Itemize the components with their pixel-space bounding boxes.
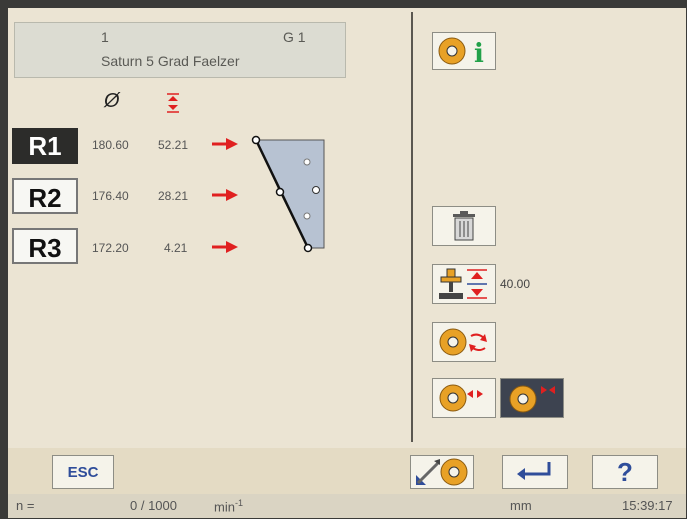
row-height-r3: 4.21 — [164, 241, 188, 255]
height-offset-value: 40.00 — [500, 277, 531, 291]
row-diameter-r2: 176.40 — [92, 189, 129, 203]
trash-icon — [453, 211, 475, 241]
height-icon — [167, 93, 179, 113]
panel-divider — [411, 12, 413, 442]
enter-arrow-icon — [517, 462, 551, 480]
tool-profile-diagram — [251, 135, 325, 253]
clock: 15:39:17 — [622, 498, 673, 513]
program-number: 1 — [101, 29, 109, 45]
row-diameter-r3: 172.20 — [92, 241, 129, 255]
tool-info-button[interactable]: i — [432, 32, 496, 70]
row-button-r2[interactable]: R2 — [12, 178, 78, 214]
tool-rotate-icon — [439, 328, 487, 356]
edit-tool-button[interactable] — [410, 455, 474, 489]
red-arrow-icon — [212, 241, 238, 253]
height-offset-button[interactable] — [432, 264, 496, 304]
tool-join-icon — [509, 385, 555, 413]
tool-swap-button[interactable] — [432, 322, 496, 362]
speed-unit-base: min — [214, 499, 235, 515]
row-height-r2: 28.21 — [158, 189, 189, 203]
tool-split-icon — [439, 384, 483, 412]
main-panel: 1 G 1 Saturn 5 Grad Faelzer Ø R1 180.60 … — [8, 8, 686, 448]
diameter-header: Ø — [104, 90, 120, 112]
program-name: Saturn 5 Grad Faelzer — [101, 53, 240, 69]
speed-unit: min-1 — [214, 498, 243, 514]
edit-tool-icon — [416, 458, 468, 486]
footer-bar: ESC ? — [8, 448, 686, 494]
row-height-r1: 52.21 — [158, 138, 189, 152]
machine-screen: 1 G 1 Saturn 5 Grad Faelzer Ø R1 180.60 … — [8, 8, 686, 518]
tool-info-icon: i — [438, 37, 484, 66]
speed-value: 0 / 1000 — [130, 498, 177, 513]
svg-text:i: i — [474, 39, 484, 66]
esc-button[interactable]: ESC — [52, 455, 114, 489]
speed-unit-exponent: -1 — [234, 498, 243, 508]
speed-label: n = — [16, 498, 35, 513]
enter-button[interactable] — [502, 455, 568, 489]
delete-button[interactable] — [432, 206, 496, 246]
row-button-r1[interactable]: R1 — [12, 128, 78, 164]
red-arrow-icon — [212, 189, 238, 201]
row-button-r3[interactable]: R3 — [12, 228, 78, 264]
unit-label: mm — [510, 498, 532, 513]
help-button[interactable]: ? — [592, 455, 658, 489]
red-arrow-icon — [212, 138, 238, 150]
spindle-height-icon — [439, 268, 487, 299]
row-diameter-r1: 180.60 — [92, 138, 129, 152]
status-bar: n = 0 / 1000 min-1 mm 15:39:17 — [8, 494, 686, 518]
program-info-box: 1 G 1 Saturn 5 Grad Faelzer — [14, 22, 346, 78]
program-group: G 1 — [283, 29, 306, 45]
tool-join-button[interactable] — [500, 378, 564, 418]
tool-split-button[interactable] — [432, 378, 496, 418]
